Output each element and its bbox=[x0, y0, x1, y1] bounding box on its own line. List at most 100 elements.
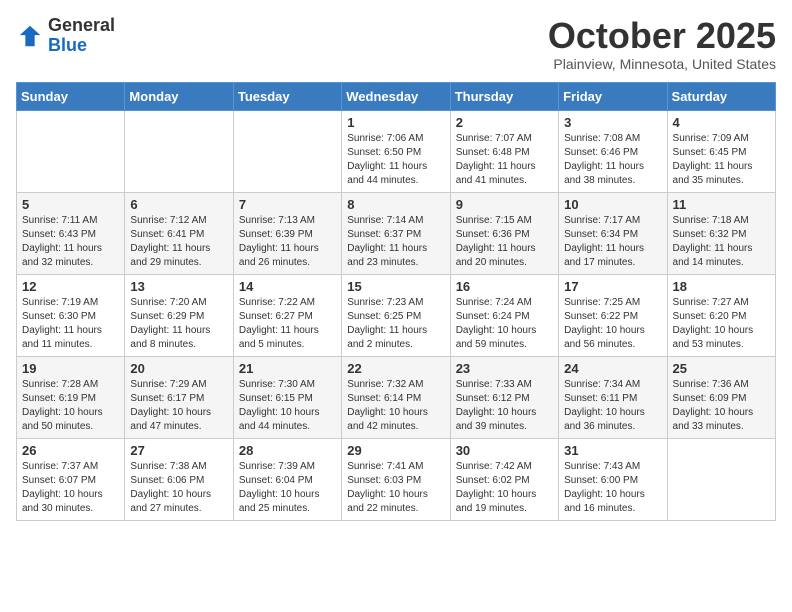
calendar-week-row: 12 Sunrise: 7:19 AM Sunset: 6:30 PM Dayli… bbox=[17, 274, 776, 356]
day-number: 29 bbox=[347, 443, 444, 458]
calendar-table: SundayMondayTuesdayWednesdayThursdayFrid… bbox=[16, 82, 776, 521]
calendar-cell: 10Sunrise: 7:17 AM Sunset: 6:34 PM Dayli… bbox=[559, 192, 667, 274]
weekday-header-thursday: Thursday bbox=[450, 82, 558, 110]
day-info: Sunrise: 7:39 AM Sunset: 6:04 PM Dayligh… bbox=[239, 460, 336, 516]
day-number: 2 bbox=[456, 115, 553, 130]
day-info: Sunrise: 7:15 AM Sunset: 6:36 PM Dayligh… bbox=[456, 214, 553, 270]
page-header: General Blue October 2025 Plainview, Min… bbox=[16, 16, 776, 72]
day-number: 9 bbox=[456, 197, 553, 212]
calendar-week-row: 26Sunrise: 7:37 AM Sunset: 6:07 PM Dayli… bbox=[17, 438, 776, 520]
day-info: Sunrise: 7:36 AM Sunset: 6:09 PM Dayligh… bbox=[673, 378, 770, 434]
day-number: 1 bbox=[347, 115, 444, 130]
day-info: Sunrise: 7:24 AM Sunset: 6:24 PM Dayligh… bbox=[456, 296, 553, 352]
day-number: 20 bbox=[130, 361, 227, 376]
calendar-cell: 2 Sunrise: 7:07 AM Sunset: 6:48 PM Daylig… bbox=[450, 110, 558, 192]
weekday-header-sunday: Sunday bbox=[17, 82, 125, 110]
day-info: Sunrise: 7:19 AM Sunset: 6:30 PM Dayligh… bbox=[22, 296, 119, 352]
calendar-cell: 15Sunrise: 7:23 AM Sunset: 6:25 PM Dayli… bbox=[342, 274, 450, 356]
day-info: Sunrise: 7:06 AM Sunset: 6:50 PM Dayligh… bbox=[347, 132, 444, 188]
day-info: Sunrise: 7:12 AM Sunset: 6:41 PM Dayligh… bbox=[130, 214, 227, 270]
day-info: Sunrise: 7:28 AM Sunset: 6:19 PM Dayligh… bbox=[22, 378, 119, 434]
calendar-cell: 19Sunrise: 7:28 AM Sunset: 6:19 PM Dayli… bbox=[17, 356, 125, 438]
day-info: Sunrise: 7:07 AM Sunset: 6:48 PM Dayligh… bbox=[456, 132, 553, 188]
day-number: 23 bbox=[456, 361, 553, 376]
day-number: 13 bbox=[130, 279, 227, 294]
day-info: Sunrise: 7:33 AM Sunset: 6:12 PM Dayligh… bbox=[456, 378, 553, 434]
day-number: 31 bbox=[564, 443, 661, 458]
day-info: Sunrise: 7:30 AM Sunset: 6:15 PM Dayligh… bbox=[239, 378, 336, 434]
calendar-cell bbox=[17, 110, 125, 192]
day-number: 12 bbox=[22, 279, 119, 294]
calendar-cell: 23 Sunrise: 7:33 AM Sunset: 6:12 PM Dayli… bbox=[450, 356, 558, 438]
weekday-header-tuesday: Tuesday bbox=[233, 82, 341, 110]
calendar-cell bbox=[233, 110, 341, 192]
day-number: 16 bbox=[456, 279, 553, 294]
weekday-header-wednesday: Wednesday bbox=[342, 82, 450, 110]
day-number: 25 bbox=[673, 361, 770, 376]
calendar-location: Plainview, Minnesota, United States bbox=[548, 56, 776, 72]
weekday-header-row: SundayMondayTuesdayWednesdayThursdayFrid… bbox=[17, 82, 776, 110]
calendar-cell: 13 Sunrise: 7:20 AM Sunset: 6:29 PM Dayli… bbox=[125, 274, 233, 356]
day-info: Sunrise: 7:11 AM Sunset: 6:43 PM Dayligh… bbox=[22, 214, 119, 270]
day-number: 17 bbox=[564, 279, 661, 294]
day-number: 26 bbox=[22, 443, 119, 458]
calendar-cell: 30 Sunrise: 7:42 AM Sunset: 6:02 PM Dayli… bbox=[450, 438, 558, 520]
calendar-cell: 18 Sunrise: 7:27 AM Sunset: 6:20 PM Dayli… bbox=[667, 274, 775, 356]
calendar-cell: 11 Sunrise: 7:18 AM Sunset: 6:32 PM Dayli… bbox=[667, 192, 775, 274]
calendar-cell: 9 Sunrise: 7:15 AM Sunset: 6:36 PM Daylig… bbox=[450, 192, 558, 274]
calendar-cell: 8Sunrise: 7:14 AM Sunset: 6:37 PM Daylig… bbox=[342, 192, 450, 274]
logo: General Blue bbox=[16, 16, 115, 56]
weekday-header-monday: Monday bbox=[125, 82, 233, 110]
calendar-cell: 28 Sunrise: 7:39 AM Sunset: 6:04 PM Dayli… bbox=[233, 438, 341, 520]
day-number: 11 bbox=[673, 197, 770, 212]
day-info: Sunrise: 7:42 AM Sunset: 6:02 PM Dayligh… bbox=[456, 460, 553, 516]
calendar-cell: 17Sunrise: 7:25 AM Sunset: 6:22 PM Dayli… bbox=[559, 274, 667, 356]
day-info: Sunrise: 7:17 AM Sunset: 6:34 PM Dayligh… bbox=[564, 214, 661, 270]
day-number: 3 bbox=[564, 115, 661, 130]
day-number: 22 bbox=[347, 361, 444, 376]
calendar-title: October 2025 bbox=[548, 16, 776, 56]
day-number: 27 bbox=[130, 443, 227, 458]
day-info: Sunrise: 7:20 AM Sunset: 6:29 PM Dayligh… bbox=[130, 296, 227, 352]
day-info: Sunrise: 7:13 AM Sunset: 6:39 PM Dayligh… bbox=[239, 214, 336, 270]
calendar-cell: 25 Sunrise: 7:36 AM Sunset: 6:09 PM Dayli… bbox=[667, 356, 775, 438]
day-info: Sunrise: 7:43 AM Sunset: 6:00 PM Dayligh… bbox=[564, 460, 661, 516]
calendar-cell: 5Sunrise: 7:11 AM Sunset: 6:43 PM Daylig… bbox=[17, 192, 125, 274]
calendar-cell: 31 Sunrise: 7:43 AM Sunset: 6:00 PM Dayli… bbox=[559, 438, 667, 520]
day-number: 18 bbox=[673, 279, 770, 294]
day-number: 8 bbox=[347, 197, 444, 212]
day-number: 21 bbox=[239, 361, 336, 376]
day-number: 15 bbox=[347, 279, 444, 294]
day-info: Sunrise: 7:22 AM Sunset: 6:27 PM Dayligh… bbox=[239, 296, 336, 352]
calendar-cell: 20 Sunrise: 7:29 AM Sunset: 6:17 PM Dayli… bbox=[125, 356, 233, 438]
day-info: Sunrise: 7:09 AM Sunset: 6:45 PM Dayligh… bbox=[673, 132, 770, 188]
calendar-cell: 4 Sunrise: 7:09 AM Sunset: 6:45 PM Daylig… bbox=[667, 110, 775, 192]
day-info: Sunrise: 7:08 AM Sunset: 6:46 PM Dayligh… bbox=[564, 132, 661, 188]
day-number: 24 bbox=[564, 361, 661, 376]
calendar-cell: 16 Sunrise: 7:24 AM Sunset: 6:24 PM Dayli… bbox=[450, 274, 558, 356]
day-info: Sunrise: 7:34 AM Sunset: 6:11 PM Dayligh… bbox=[564, 378, 661, 434]
calendar-cell: 7 Sunrise: 7:13 AM Sunset: 6:39 PM Daylig… bbox=[233, 192, 341, 274]
day-number: 28 bbox=[239, 443, 336, 458]
calendar-cell: 3 Sunrise: 7:08 AM Sunset: 6:46 PM Daylig… bbox=[559, 110, 667, 192]
weekday-header-friday: Friday bbox=[559, 82, 667, 110]
day-info: Sunrise: 7:38 AM Sunset: 6:06 PM Dayligh… bbox=[130, 460, 227, 516]
day-number: 6 bbox=[130, 197, 227, 212]
calendar-week-row: 5Sunrise: 7:11 AM Sunset: 6:43 PM Daylig… bbox=[17, 192, 776, 274]
day-number: 4 bbox=[673, 115, 770, 130]
weekday-header-saturday: Saturday bbox=[667, 82, 775, 110]
title-block: October 2025 Plainview, Minnesota, Unite… bbox=[548, 16, 776, 72]
calendar-cell: 21 Sunrise: 7:30 AM Sunset: 6:15 PM Dayli… bbox=[233, 356, 341, 438]
day-info: Sunrise: 7:29 AM Sunset: 6:17 PM Dayligh… bbox=[130, 378, 227, 434]
day-info: Sunrise: 7:27 AM Sunset: 6:20 PM Dayligh… bbox=[673, 296, 770, 352]
logo-general-text: General bbox=[48, 16, 115, 36]
calendar-cell: 14 Sunrise: 7:22 AM Sunset: 6:27 PM Dayli… bbox=[233, 274, 341, 356]
calendar-cell: 12 Sunrise: 7:19 AM Sunset: 6:30 PM Dayli… bbox=[17, 274, 125, 356]
day-number: 14 bbox=[239, 279, 336, 294]
day-info: Sunrise: 7:18 AM Sunset: 6:32 PM Dayligh… bbox=[673, 214, 770, 270]
calendar-cell: 24 Sunrise: 7:34 AM Sunset: 6:11 PM Dayli… bbox=[559, 356, 667, 438]
day-number: 30 bbox=[456, 443, 553, 458]
day-number: 7 bbox=[239, 197, 336, 212]
calendar-cell: 22Sunrise: 7:32 AM Sunset: 6:14 PM Dayli… bbox=[342, 356, 450, 438]
calendar-cell: 29Sunrise: 7:41 AM Sunset: 6:03 PM Dayli… bbox=[342, 438, 450, 520]
